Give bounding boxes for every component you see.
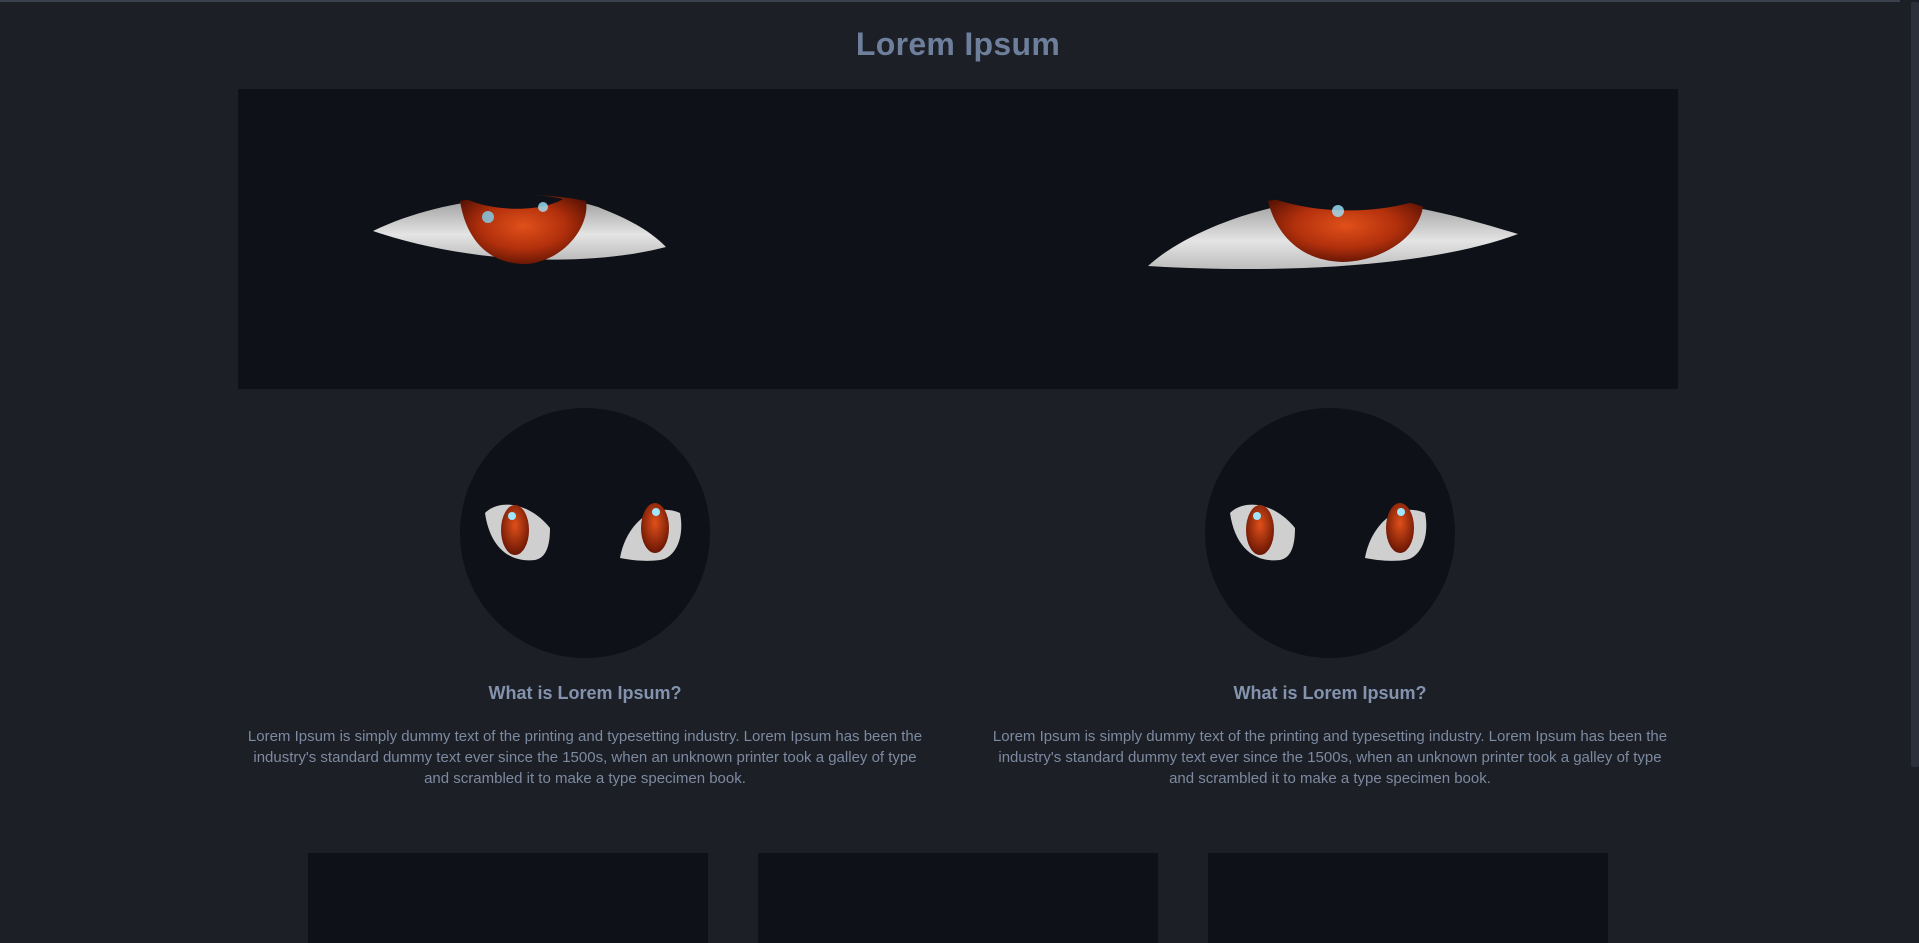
card-text: Lorem Ipsum is simply dummy text of the … <box>247 728 923 787</box>
card-title: What is Lorem Ipsum? <box>488 683 682 703</box>
content-box <box>308 853 708 943</box>
glowing-eyes-icon <box>373 191 1518 270</box>
card-title: What is Lorem Ipsum? <box>1233 683 1427 703</box>
right-eye-icon <box>1148 191 1518 270</box>
avatar <box>460 408 710 658</box>
content-box <box>1208 853 1608 943</box>
feature-card: What is Lorem Ipsum? Lorem Ipsum is simp… <box>240 408 930 788</box>
cartoon-eyes-icon <box>485 503 682 561</box>
page: Lorem Ipsum What is Lorem Ipsum? Lorem I… <box>0 0 1900 943</box>
left-eye-icon <box>373 194 666 265</box>
content-box <box>758 853 1158 943</box>
avatar <box>1205 408 1455 658</box>
scrollbar-thumb[interactable] <box>1911 2 1919 767</box>
card-text: Lorem Ipsum is simply dummy text of the … <box>992 728 1668 787</box>
hero-banner <box>238 89 1678 389</box>
cartoon-eyes-icon <box>1230 503 1427 561</box>
page-title: Lorem Ipsum <box>855 26 1061 62</box>
feature-card: What is Lorem Ipsum? Lorem Ipsum is simp… <box>985 408 1675 788</box>
scrollbar[interactable] <box>1900 0 1919 935</box>
